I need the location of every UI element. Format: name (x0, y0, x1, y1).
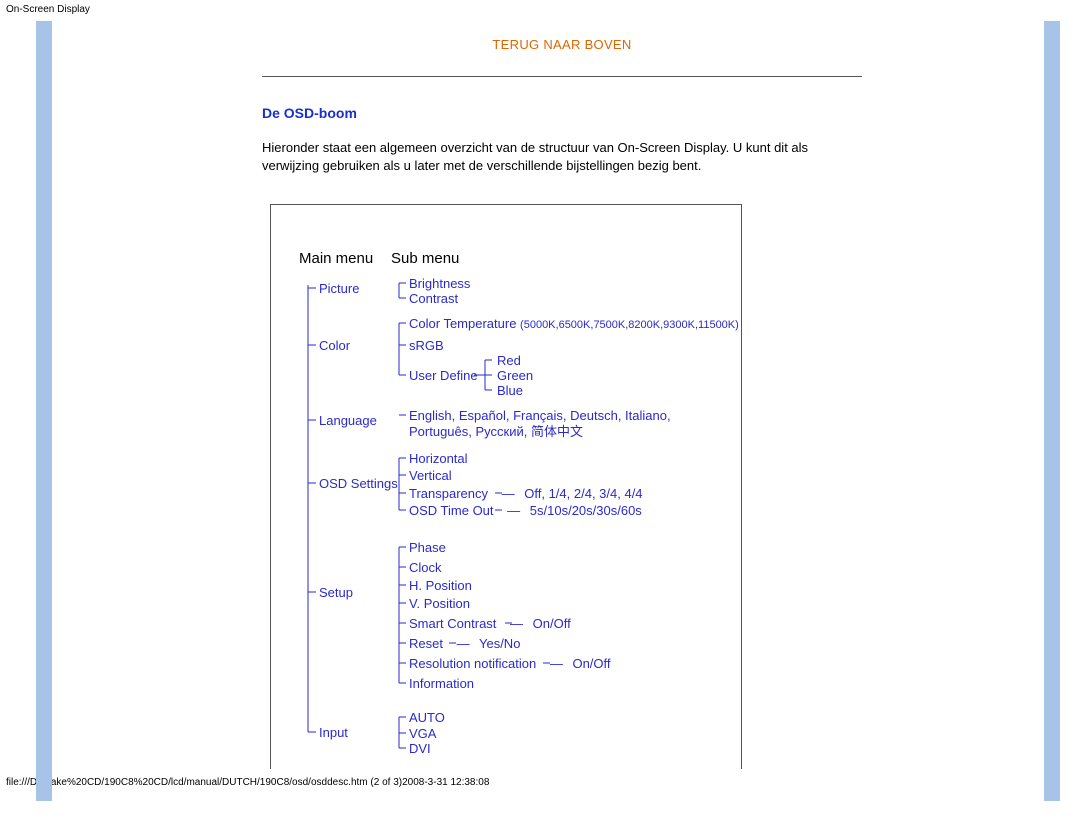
sub-color-temperature-values: (5000K,6500K,7500K,8200K,9300K,11500K) (520, 319, 739, 331)
sub-vertical: Vertical (409, 468, 452, 483)
sub-languages-list: English, Español, Français, Deutsch, Ita… (409, 408, 729, 441)
main-language: Language (319, 413, 377, 428)
main-content: TERUG NAAR BOVEN De OSD-boom Hieronder s… (262, 21, 862, 769)
sub-h-position: H. Position (409, 578, 472, 593)
sub-osd-timeout: OSD Time Out — 5s/10s/20s/30s/60s (409, 503, 642, 518)
main-color: Color (319, 338, 350, 353)
dash-icon: — (510, 616, 523, 631)
sub-green: Green (497, 368, 533, 383)
right-blue-band (1044, 21, 1060, 801)
sub-menu-header: Sub menu (391, 250, 459, 267)
sub-resolution-notification-values: On/Off (572, 656, 610, 671)
osd-tree-diagram: Main menu Sub menu Picture Color Languag… (270, 204, 742, 769)
sub-phase: Phase (409, 540, 446, 555)
sub-vga: VGA (409, 726, 436, 741)
sub-smart-contrast-values: On/Off (533, 616, 571, 631)
sub-contrast: Contrast (409, 291, 458, 306)
sub-smart-contrast-label: Smart Contrast (409, 616, 496, 631)
sub-horizontal: Horizontal (409, 451, 468, 466)
sub-resolution-notification: Resolution notification — On/Off (409, 656, 611, 671)
sub-clock: Clock (409, 560, 442, 575)
main-osd-settings: OSD Settings (319, 476, 398, 491)
sub-resolution-notification-label: Resolution notification (409, 656, 536, 671)
back-to-top-link[interactable]: TERUG NAAR BOVEN (262, 37, 862, 62)
sub-transparency: Transparency — Off, 1/4, 2/4, 3/4, 4/4 (409, 486, 643, 501)
sub-user-define: User Define (409, 368, 478, 383)
footer-path: file:///D|/make%20CD/190C8%20CD/lcd/manu… (0, 769, 1080, 788)
dash-icon: — (507, 503, 520, 518)
sub-blue: Blue (497, 383, 523, 398)
section-heading: De OSD-boom (262, 105, 862, 121)
sub-osd-timeout-label: OSD Time Out (409, 503, 494, 518)
sub-reset: Reset — Yes/No (409, 636, 520, 651)
sub-reset-label: Reset (409, 636, 443, 651)
sub-smart-contrast: Smart Contrast — On/Off (409, 616, 571, 631)
dash-icon: — (550, 656, 563, 671)
sub-red: Red (497, 353, 521, 368)
sub-information: Information (409, 676, 474, 691)
sub-transparency-label: Transparency (409, 486, 488, 501)
main-menu-header: Main menu (299, 250, 373, 267)
sub-dvi: DVI (409, 741, 431, 756)
left-blue-band (36, 21, 52, 801)
dash-icon: — (502, 486, 515, 501)
intro-paragraph: Hieronder staat een algemeen overzicht v… (262, 139, 862, 174)
sub-auto: AUTO (409, 710, 445, 725)
dash-icon: — (457, 636, 470, 651)
main-setup: Setup (319, 585, 353, 600)
divider (262, 76, 862, 77)
main-picture: Picture (319, 281, 359, 296)
sub-color-temperature: Color Temperature (5000K,6500K,7500K,820… (409, 316, 739, 331)
sub-osd-timeout-values: 5s/10s/20s/30s/60s (530, 503, 642, 518)
page-title-small: On-Screen Display (0, 0, 1080, 15)
main-input: Input (319, 725, 348, 740)
sub-brightness: Brightness (409, 276, 470, 291)
sub-color-temperature-label: Color Temperature (409, 316, 516, 331)
sub-srgb: sRGB (409, 338, 444, 353)
page-body: TERUG NAAR BOVEN De OSD-boom Hieronder s… (0, 21, 1080, 769)
sub-transparency-values: Off, 1/4, 2/4, 3/4, 4/4 (524, 486, 642, 501)
sub-reset-values: Yes/No (479, 636, 520, 651)
sub-v-position: V. Position (409, 596, 470, 611)
